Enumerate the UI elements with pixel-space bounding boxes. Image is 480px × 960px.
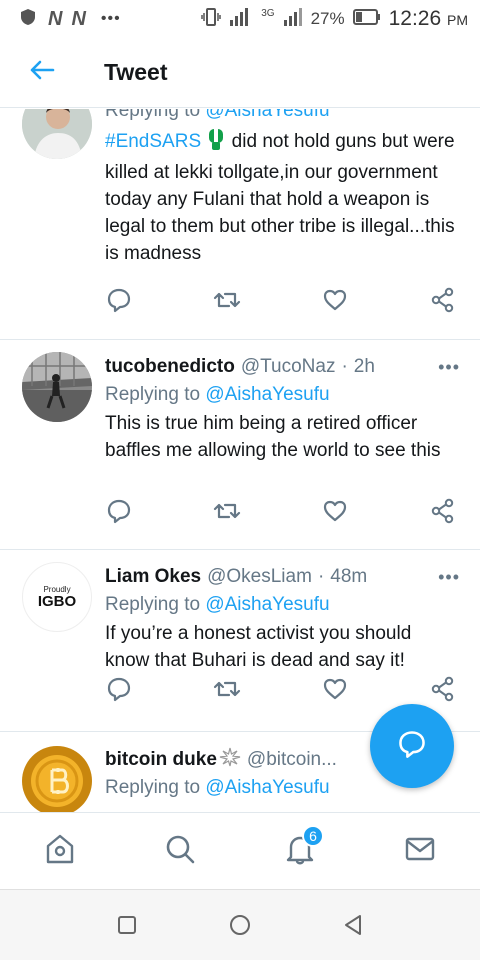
tab-messages[interactable]	[390, 821, 450, 881]
signal-icon	[229, 7, 253, 32]
vibrate-icon	[201, 6, 221, 33]
tweet-header: Liam Okes @OkesLiam · 48m •••	[105, 563, 460, 591]
network-3g-icon: 3G	[261, 7, 275, 19]
replying-prefix: Replying to	[105, 594, 201, 615]
avatar[interactable]	[22, 109, 92, 159]
back-arrow-icon	[29, 59, 55, 86]
display-name[interactable]: tucobenedicto	[105, 356, 235, 378]
tweet-text: #EndSARS did not hold guns but were kill…	[105, 127, 460, 267]
handle[interactable]: @OkesLiam	[207, 566, 312, 588]
top-app-bar: Tweet	[0, 38, 480, 108]
search-icon	[163, 832, 197, 871]
reply-icon[interactable]	[105, 675, 133, 703]
recents-button[interactable]	[107, 905, 147, 945]
reply-icon[interactable]	[105, 286, 133, 314]
mention-link[interactable]: @AishaYesufu	[205, 777, 329, 798]
replying-to-line: Replying to @AishaYesufu	[105, 109, 460, 124]
clock-time: 12:26	[388, 7, 442, 30]
avatar[interactable]: Proudly IGBO	[22, 562, 92, 632]
app-logo-n-2: N	[71, 7, 85, 30]
tweet-text: If you’re a honest activist you should k…	[105, 623, 412, 671]
more-notifications-icon: •••	[100, 10, 121, 27]
tab-notifications[interactable]: 6	[270, 821, 330, 881]
tweet-header: tucobenedicto @TucoNaz · 2h •••	[105, 353, 460, 381]
separator-dot: ·	[317, 566, 325, 587]
like-icon[interactable]	[321, 675, 349, 703]
timestamp: 2h	[353, 356, 375, 377]
status-bar: N N ••• 3G 27% 12:26 PM	[0, 0, 480, 38]
notifications-badge: 6	[302, 825, 324, 847]
tweet-1[interactable]: Replying to @AishaYesufu #EndSARS did no…	[0, 109, 480, 340]
clock: 12:26 PM	[389, 7, 468, 31]
retweet-icon[interactable]	[213, 497, 241, 525]
bottom-tab-bar: 6	[0, 812, 480, 889]
home-icon	[43, 832, 77, 871]
more-icon[interactable]: •••	[438, 357, 460, 378]
compose-reply-button[interactable]	[370, 704, 454, 788]
replying-prefix: Replying to	[105, 777, 201, 798]
compose-reply-icon	[397, 729, 427, 764]
tab-home[interactable]	[30, 821, 90, 881]
handle[interactable]: @bitcoin...	[247, 749, 337, 771]
battery-icon	[352, 8, 381, 31]
mention-link[interactable]: @AishaYesufu	[205, 594, 329, 615]
share-icon[interactable]	[429, 497, 457, 525]
mention-link[interactable]: @AishaYesufu	[205, 384, 329, 405]
sparkle-emoji-icon	[219, 747, 241, 773]
back-button[interactable]	[0, 59, 84, 86]
signal-icon-2	[283, 7, 303, 32]
mention-link[interactable]: @AishaYesufu	[205, 109, 329, 121]
clock-ampm: PM	[447, 12, 468, 28]
page-title: Tweet	[104, 59, 168, 85]
share-icon[interactable]	[429, 675, 457, 703]
tweet-2[interactable]: tucobenedicto @TucoNaz · 2h ••• Replying…	[0, 340, 480, 550]
separator-dot: ·	[341, 356, 348, 377]
replying-to-line: Replying to @AishaYesufu	[105, 591, 460, 618]
tweet-actions	[105, 496, 457, 526]
system-navigation-bar	[0, 889, 480, 960]
battery-percent: 27%	[310, 9, 345, 28]
handle[interactable]: @TucoNaz	[241, 356, 336, 378]
share-icon[interactable]	[429, 286, 457, 314]
display-name[interactable]: bitcoin duke	[105, 749, 217, 771]
tweet-actions	[105, 674, 457, 704]
avatar[interactable]	[22, 746, 92, 812]
tab-search[interactable]	[150, 821, 210, 881]
hashtag-link[interactable]: #EndSARS	[105, 131, 201, 152]
tweet-actions	[105, 285, 457, 315]
flag-fist-emoji-icon	[206, 127, 226, 159]
mail-icon	[403, 832, 437, 871]
replying-to-line: Replying to @AishaYesufu	[105, 381, 460, 408]
reply-icon[interactable]	[105, 497, 133, 525]
more-icon[interactable]: •••	[438, 567, 460, 588]
app-logo-n-1: N	[48, 7, 62, 30]
tweet-text: This is true him being a retired officer…	[105, 413, 441, 461]
home-button[interactable]	[220, 905, 260, 945]
retweet-icon[interactable]	[213, 286, 241, 314]
like-icon[interactable]	[321, 497, 349, 525]
replying-prefix: Replying to	[105, 384, 201, 405]
retweet-icon[interactable]	[213, 675, 241, 703]
back-button-system[interactable]	[333, 905, 373, 945]
shield-icon	[18, 7, 38, 32]
replying-prefix: Replying to	[105, 109, 201, 121]
timestamp: 48m	[330, 566, 368, 587]
avatar-text: IGBO	[37, 592, 77, 610]
avatar[interactable]	[22, 352, 92, 422]
like-icon[interactable]	[321, 286, 349, 314]
display-name[interactable]: Liam Okes	[105, 566, 201, 588]
